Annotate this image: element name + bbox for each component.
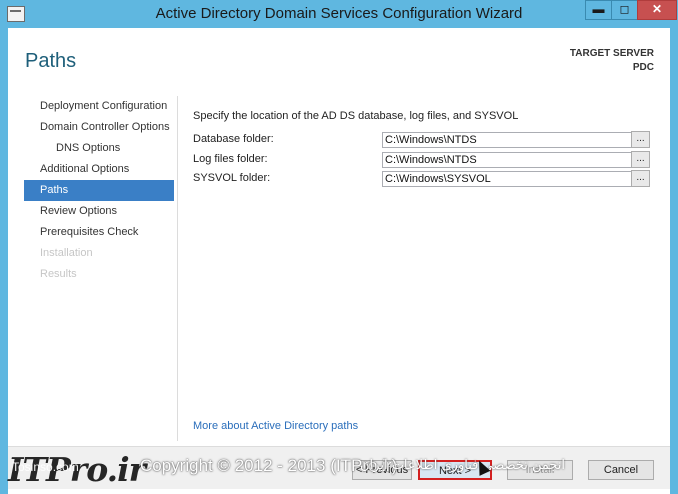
window-frame-right (670, 28, 678, 494)
instruction-text: Specify the location of the AD DS databa… (193, 110, 519, 122)
sidebar-item-paths[interactable]: Paths (24, 180, 174, 201)
database-folder-label: Database folder: (193, 133, 274, 145)
sidebar-item-review-options[interactable]: Review Options (24, 201, 174, 222)
nav-divider (177, 96, 178, 441)
sysvol-folder-input[interactable] (382, 171, 632, 187)
wizard-window: Active Directory Domain Services Configu… (0, 0, 678, 494)
cancel-button[interactable]: Cancel (588, 460, 654, 480)
sidebar-item-additional-options[interactable]: Additional Options (24, 159, 174, 180)
database-folder-input[interactable] (382, 132, 632, 148)
target-server-name: PDC (632, 62, 654, 73)
sidebar-item-installation: Installation (40, 247, 93, 259)
log-files-folder-input[interactable] (382, 152, 632, 168)
close-button[interactable]: ✕ (637, 0, 677, 20)
database-folder-browse-button[interactable]: ... (631, 131, 650, 148)
sysvol-folder-label: SYSVOL folder: (193, 172, 271, 184)
sidebar-item-results: Results (40, 268, 77, 280)
minimize-button[interactable]: ▬ (585, 0, 612, 20)
more-about-paths-link[interactable]: More about Active Directory paths (193, 420, 358, 432)
sidebar-item-deployment-configuration[interactable]: Deployment Configuration (24, 96, 174, 117)
minimize-icon: ▬ (592, 2, 605, 16)
sidebar-item-dns-options[interactable]: DNS Options (24, 138, 174, 159)
title-bar[interactable]: Active Directory Domain Services Configu… (0, 0, 678, 28)
target-server-block: TARGET SERVER PDC (570, 47, 654, 75)
page-title: Paths (25, 50, 77, 72)
sidebar-item-prerequisites-check[interactable]: Prerequisites Check (24, 222, 174, 243)
log-files-folder-label: Log files folder: (193, 153, 268, 165)
window-frame-left (0, 28, 8, 494)
target-server-label: TARGET SERVER (569, 48, 654, 59)
persian-watermark: انجمن تخصصی فناوری اطلاعات ایران (360, 458, 566, 473)
sidebar-nav: Deployment Configuration Domain Controll… (24, 96, 174, 285)
tosinso-watermark: Tosinso.com (12, 460, 79, 474)
maximize-button[interactable]: ◻ (611, 0, 638, 20)
copyright-watermark: Copyright © 2012 - 2013 (ITPro.ir) (140, 456, 398, 475)
log-files-folder-browse-button[interactable]: ... (631, 151, 650, 168)
window-title: Active Directory Domain Services Configu… (155, 5, 523, 22)
sidebar-item-domain-controller-options[interactable]: Domain Controller Options (24, 117, 174, 138)
sysvol-folder-browse-button[interactable]: ... (631, 170, 650, 187)
maximize-icon: ◻ (619, 2, 630, 16)
close-icon: ✕ (651, 2, 663, 16)
